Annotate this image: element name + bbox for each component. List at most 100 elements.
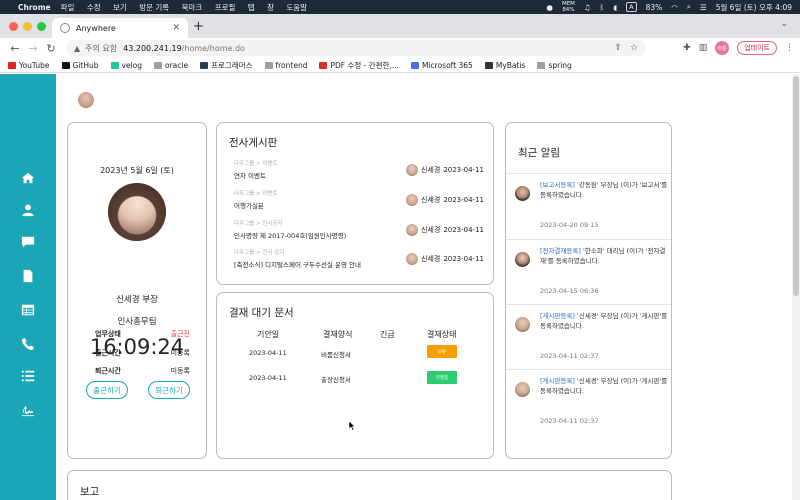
volume-icon[interactable]: ◖: [613, 3, 617, 12]
address-bar[interactable]: ▲ 주의 요함 43.200.241.19/home/home.do ⇪ ☆: [66, 40, 646, 56]
security-status[interactable]: 주의 요함: [85, 43, 117, 54]
back-button[interactable]: ←: [6, 42, 24, 55]
column-header: 결재상태: [427, 330, 457, 339]
board-title: 전사게시판: [229, 137, 278, 149]
active-app-name[interactable]: Chrome: [18, 3, 51, 12]
column-header: 긴급: [380, 330, 395, 339]
bookmark-item[interactable]: PDF 수정 - 간편한,...: [319, 60, 399, 71]
notification-item[interactable]: [보고서등록] '강동원' 부장님 (이)가 '보고서'를 등록하였습니다. 2…: [506, 173, 671, 239]
equalizer-icon[interactable]: ♫: [584, 3, 591, 12]
author-avatar: [405, 164, 418, 176]
warning-icon[interactable]: ▲: [74, 44, 80, 53]
menu-tab[interactable]: 탭: [248, 3, 255, 12]
menu-window[interactable]: 창: [267, 3, 274, 12]
bookmark-favicon-icon: [264, 61, 273, 69]
board-post[interactable]: 다우그룹 > 인사공지 인사명령 제 2017-004호(임원인사명령) 신세경…: [234, 219, 484, 243]
column-header: 기안일: [257, 330, 280, 339]
profile-department: 인사총무팀: [117, 317, 157, 327]
menu-edit[interactable]: 수정: [87, 3, 101, 12]
input-source[interactable]: A: [626, 2, 637, 12]
approval-form[interactable]: 출장신청서: [321, 374, 351, 384]
notification-title: 최근 알림: [518, 147, 560, 159]
bookmark-item[interactable]: 프로그래머스: [200, 60, 253, 71]
share-icon[interactable]: ⇪: [614, 43, 622, 53]
approval-date[interactable]: 2023-04-11: [249, 374, 287, 382]
signature-icon[interactable]: [20, 402, 36, 418]
url-host[interactable]: 43.200.241.19: [123, 44, 182, 53]
phone-icon[interactable]: [20, 336, 36, 352]
bluetooth-icon[interactable]: ᛒ: [600, 3, 605, 12]
checkout-button[interactable]: 퇴근하기: [148, 381, 190, 399]
bookmark-item[interactable]: spring: [537, 61, 572, 70]
board-post[interactable]: 다우그룹 > 이벤트 어행가실분 신세경 2023-04-11: [234, 189, 484, 213]
zoom-window-button[interactable]: [37, 22, 46, 31]
menu-help[interactable]: 도움말: [286, 3, 307, 12]
bookmark-star-icon[interactable]: ☆: [630, 43, 638, 53]
close-window-button[interactable]: [9, 22, 18, 31]
bookmark-item[interactable]: MyBatis: [484, 61, 525, 70]
list-icon[interactable]: [20, 368, 36, 384]
url-path[interactable]: /home/home.do: [182, 44, 245, 53]
reload-button[interactable]: ↻: [42, 42, 60, 55]
menu-view[interactable]: 보기: [113, 3, 127, 12]
notification-item[interactable]: [전자결재등록] '한소희' 대리님 (이)가 '전자결재'를 등록하였습니다.…: [506, 239, 671, 304]
bookmark-favicon-icon: [411, 61, 419, 69]
bookmark-favicon-icon: [154, 61, 162, 69]
notification-item[interactable]: [게시판등록] '신세경' 부장님 (이)가 '게시판'를 등록하였습니다. 2…: [506, 304, 671, 369]
bookmark-favicon-icon: [319, 61, 328, 69]
profile-photo: [108, 183, 166, 241]
menu-profiles[interactable]: 프로필: [215, 3, 236, 12]
menu-file[interactable]: 파일: [61, 3, 75, 12]
minimize-window-button[interactable]: [23, 22, 32, 31]
avatar: [515, 382, 530, 397]
avatar: [515, 186, 530, 201]
toolbar: ← → ↻ ▲ 주의 요함 43.200.241.19/home/home.do…: [0, 38, 800, 58]
search-icon[interactable]: ⌕: [687, 2, 691, 12]
approval-form[interactable]: 비품신청서: [321, 349, 351, 359]
user-avatar[interactable]: [78, 92, 94, 108]
new-tab-button[interactable]: +: [193, 19, 204, 34]
chat-icon[interactable]: [20, 234, 36, 250]
bookmark-item[interactable]: velog: [110, 61, 142, 70]
more-menu-icon[interactable]: ⋮: [785, 43, 794, 53]
tab-title: Anywhere: [76, 23, 116, 33]
scrollbar-thumb[interactable]: [793, 76, 799, 296]
bookmark-item[interactable]: GitHub: [61, 61, 99, 70]
document-icon[interactable]: [20, 268, 36, 284]
memory-indicator[interactable]: MEM 84%: [562, 1, 575, 13]
battery-percent[interactable]: 83%: [646, 3, 663, 12]
close-tab-icon[interactable]: ✕: [172, 23, 180, 33]
approval-date[interactable]: 2023-04-11: [249, 349, 287, 357]
extensions-icon[interactable]: ✚: [683, 43, 691, 53]
wifi-icon[interactable]: ◠: [671, 3, 678, 12]
web-page: 2023년 5월 6일 (토) 신세경 부장 인사총무팀 16:09:24 업무…: [0, 74, 800, 500]
menu-bookmarks[interactable]: 북마크: [182, 3, 203, 12]
tab-anywhere[interactable]: Anywhere ✕: [52, 18, 188, 38]
clock-text[interactable]: 5월 6일 (토) 오후 4:09: [716, 2, 792, 13]
board-post[interactable]: 다우그룹 > 전사 공지 [축전소식] 디지털스페어 구두수선실 운영 안내 신…: [234, 248, 484, 272]
control-center-icon[interactable]: ☰: [700, 3, 707, 12]
update-button[interactable]: 업데이트: [737, 41, 777, 55]
bookmark-item[interactable]: frontend: [264, 61, 307, 70]
bookmark-item[interactable]: Microsoft 365: [411, 61, 473, 70]
today-date: 2023년 5월 6일 (토): [100, 166, 174, 175]
sidepanel-icon[interactable]: ▥: [699, 43, 708, 53]
table-icon[interactable]: [20, 302, 36, 318]
menu-history[interactable]: 방문 기록: [139, 3, 169, 12]
approval-title: 결재 대기 문서: [229, 307, 294, 319]
forward-button[interactable]: →: [24, 42, 42, 55]
page-scrollbar[interactable]: [792, 74, 800, 500]
board-post[interactable]: 다우그룹 > 이벤트 연차 이벤트 신세경 2023-04-11: [234, 159, 484, 183]
bookmark-item[interactable]: oracle: [154, 61, 188, 70]
bookmark-item[interactable]: YouTube: [8, 61, 50, 70]
board-card: 전사게시판 다우그룹 > 이벤트 연차 이벤트 신세경 2023-04-11 다우…: [216, 122, 494, 285]
notification-item[interactable]: [게시판등록] '신세경' 부장님 (이)가 '게시판'를 등록하였습니다. 2…: [506, 369, 671, 434]
user-icon[interactable]: [20, 202, 36, 218]
checkin-button[interactable]: 출근하기: [86, 381, 128, 399]
bookmark-favicon-icon: [484, 61, 493, 69]
home-icon[interactable]: [20, 170, 36, 186]
bookmark-favicon-icon: [200, 61, 209, 69]
record-icon[interactable]: ●: [546, 3, 553, 12]
tab-search-chevron-icon[interactable]: ⌄: [780, 19, 788, 29]
profile-avatar[interactable]: 마툰: [715, 41, 730, 55]
